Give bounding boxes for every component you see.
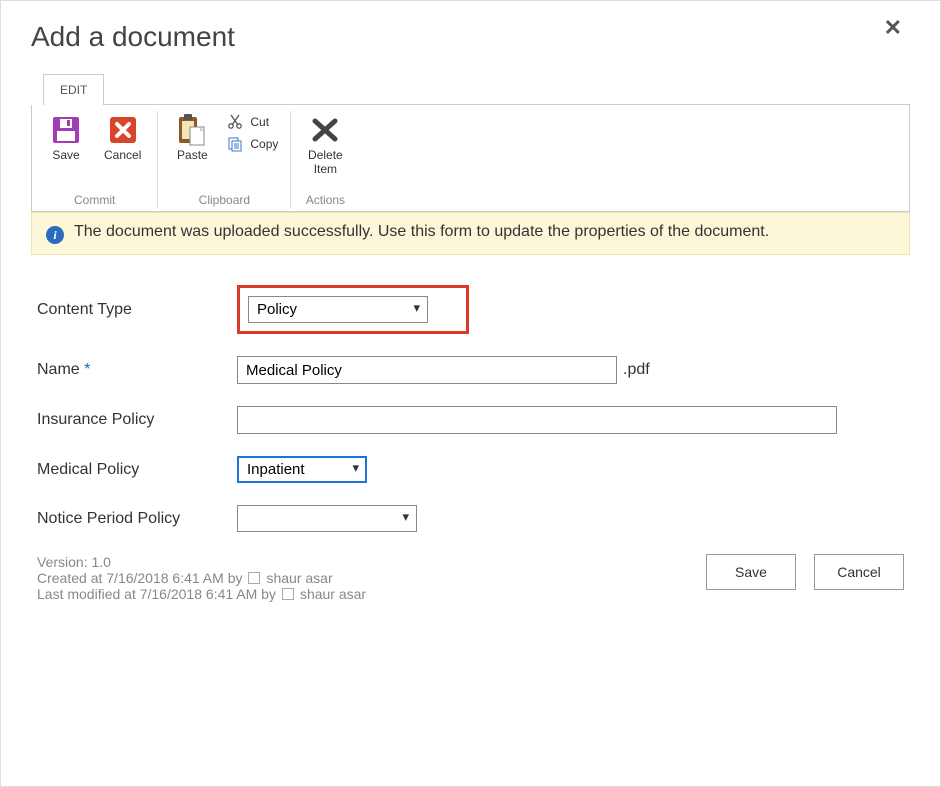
paste-button[interactable]: Paste — [170, 111, 214, 165]
info-icon: i — [46, 226, 64, 244]
ribbon-group-clipboard: Paste Cut — [158, 111, 291, 209]
copy-button[interactable]: Copy — [226, 135, 278, 153]
notice-period-select[interactable] — [237, 505, 417, 532]
presence-icon — [248, 572, 260, 584]
name-input[interactable] — [237, 356, 617, 384]
cancel-icon — [106, 113, 140, 147]
version-text: Version: 1.0 — [37, 554, 366, 570]
content-type-select[interactable]: Policy — [248, 296, 428, 323]
ribbon: EDIT Save — [31, 73, 910, 212]
copy-label: Copy — [250, 137, 278, 151]
modified-line: Last modified at 7/16/2018 6:41 AM by sh… — [37, 586, 366, 602]
row-name: Name * .pdf — [37, 356, 904, 384]
content-type-highlight: Policy — [237, 285, 469, 334]
save-icon — [49, 113, 83, 147]
info-banner-text: The document was uploaded successfully. … — [74, 223, 769, 241]
medical-policy-select[interactable]: Inpatient — [237, 456, 367, 483]
cancel-button[interactable]: Cancel — [100, 111, 145, 165]
medical-policy-label: Medical Policy — [37, 461, 237, 479]
delete-item-label: Delete Item — [308, 149, 343, 177]
created-user: shaur asar — [266, 570, 332, 586]
form-area: Content Type Policy Name * .pdf Insuranc… — [31, 255, 910, 612]
ribbon-tabs: EDIT — [43, 73, 910, 105]
tab-edit[interactable]: EDIT — [43, 74, 104, 105]
row-notice-period: Notice Period Policy — [37, 505, 904, 532]
close-button[interactable]: ✕ — [876, 11, 910, 45]
ribbon-group-commit: Save Cancel Commit — [32, 111, 158, 209]
footer-cancel-button[interactable]: Cancel — [814, 554, 904, 590]
required-asterisk: * — [84, 361, 90, 378]
paste-label: Paste — [177, 149, 208, 163]
footer-row: Version: 1.0 Created at 7/16/2018 6:41 A… — [37, 554, 904, 602]
footer-buttons: Save Cancel — [706, 554, 904, 590]
insurance-policy-label: Insurance Policy — [37, 411, 237, 429]
row-medical-policy: Medical Policy Inpatient — [37, 456, 904, 483]
footer-save-button[interactable]: Save — [706, 554, 796, 590]
save-button[interactable]: Save — [44, 111, 88, 165]
cut-icon — [226, 113, 244, 131]
created-line: Created at 7/16/2018 6:41 AM by shaur as… — [37, 570, 366, 586]
delete-icon — [308, 113, 342, 147]
ribbon-body: Save Cancel Commit — [31, 105, 910, 212]
modified-prefix: Last modified at 7/16/2018 6:41 AM by — [37, 586, 276, 602]
ribbon-group-actions: Delete Item Actions — [291, 111, 359, 209]
cancel-label: Cancel — [104, 149, 141, 163]
group-commit-label: Commit — [44, 189, 145, 209]
insurance-policy-input[interactable] — [237, 406, 837, 434]
presence-icon — [282, 588, 294, 600]
meta-block: Version: 1.0 Created at 7/16/2018 6:41 A… — [37, 554, 366, 602]
delete-item-button[interactable]: Delete Item — [303, 111, 347, 179]
row-content-type: Content Type Policy — [37, 285, 904, 334]
modified-user: shaur asar — [300, 586, 366, 602]
cut-label: Cut — [250, 115, 269, 129]
dialog-container: Add a document ✕ EDIT — [1, 1, 940, 632]
row-insurance-policy: Insurance Policy — [37, 406, 904, 434]
content-type-label: Content Type — [37, 301, 237, 319]
paste-icon — [175, 113, 209, 147]
created-prefix: Created at 7/16/2018 6:41 AM by — [37, 570, 242, 586]
dialog-title: Add a document — [31, 21, 235, 53]
info-banner: i The document was uploaded successfully… — [31, 212, 910, 255]
save-label: Save — [52, 149, 79, 163]
name-extension: .pdf — [623, 361, 650, 379]
notice-period-label: Notice Period Policy — [37, 510, 237, 528]
group-clipboard-label: Clipboard — [170, 189, 278, 209]
name-label: Name * — [37, 361, 237, 379]
cut-button[interactable]: Cut — [226, 113, 269, 131]
dialog-header: Add a document ✕ — [31, 11, 910, 73]
copy-icon — [226, 135, 244, 153]
group-actions-label: Actions — [303, 189, 347, 209]
